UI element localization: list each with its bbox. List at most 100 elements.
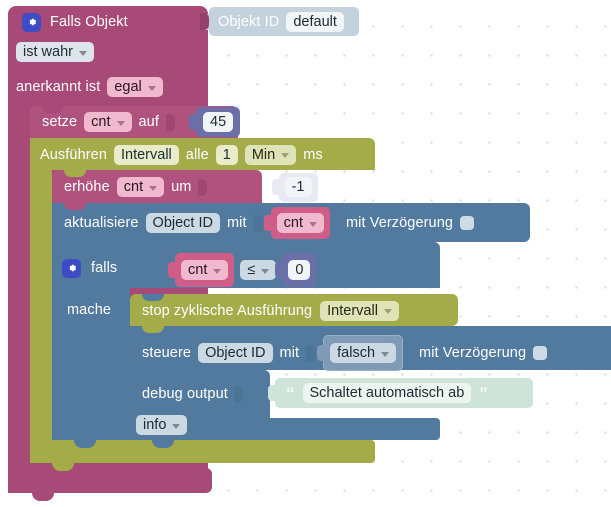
blockly-workspace[interactable]: Falls Objekt Objekt ID default ist wahr …	[0, 0, 611, 507]
quote-close-icon: ”	[479, 383, 488, 403]
control-with-label: mit	[279, 345, 300, 361]
quote-open-icon: “	[286, 383, 295, 403]
control-object-id-field[interactable]: Object ID	[198, 343, 273, 363]
if-do-label: mache	[67, 301, 111, 319]
interval-unit-dropdown[interactable]: Min	[244, 144, 297, 165]
object-id-value-field[interactable]: default	[286, 11, 344, 32]
update-value-variable-name: cnt	[283, 215, 303, 231]
comparison-right-field[interactable]: 0	[288, 260, 311, 280]
set-value-socket	[165, 113, 175, 131]
block-boolean-falsch[interactable]: falsch	[317, 335, 404, 371]
trigger-header[interactable]: Falls Objekt	[22, 10, 128, 34]
increase-variable-dropdown[interactable]: cnt	[116, 177, 165, 197]
if-notch	[64, 242, 86, 249]
debug-severity-value: info	[143, 417, 167, 433]
control-delay-label: mit Verzögerung	[419, 345, 527, 361]
update-with-label: mit	[226, 215, 247, 231]
if-keyword: falls	[91, 260, 118, 276]
block-variable-cnt-compare[interactable]: cnt	[168, 253, 235, 287]
chevron-down-icon	[261, 268, 270, 274]
debug-keyword: debug output	[142, 386, 228, 402]
comparison-operator-dropdown[interactable]: ≤	[240, 260, 277, 280]
trigger-title: Falls Objekt	[50, 14, 128, 30]
update-keyword: aktualisiere	[64, 215, 139, 231]
trigger-condition-row[interactable]: ist wahr	[16, 42, 94, 62]
update-object-id-field[interactable]: Object ID	[145, 213, 220, 233]
block-variable-cnt-update[interactable]: cnt	[263, 207, 330, 239]
control-value-socket	[306, 344, 316, 362]
increase-row[interactable]: erhöhe cnt um	[64, 175, 208, 199]
ack-dropdown-value: egal	[114, 79, 142, 95]
chevron-down-icon	[147, 85, 156, 91]
debug-severity-dropdown[interactable]: info	[136, 415, 188, 435]
number-minus1-field[interactable]: -1	[284, 177, 312, 197]
increase-value-socket	[198, 178, 208, 196]
update-delay-label: mit Verzögerung	[345, 215, 454, 231]
variable-cnt-compare-plug	[168, 262, 176, 278]
chevron-down-icon	[116, 120, 125, 126]
control-notch	[142, 326, 164, 333]
set-keyword: setze	[42, 114, 78, 130]
control-keyword: steuere	[142, 345, 192, 361]
ack-dropdown[interactable]: egal	[107, 77, 163, 97]
increase-keyword: erhöhe	[64, 179, 110, 195]
stop-interval-target-dropdown[interactable]: Intervall	[320, 300, 399, 321]
gear-icon[interactable]	[62, 258, 81, 278]
block-comparison[interactable]: cnt ≤ 0	[168, 253, 317, 287]
number-45-plug	[189, 114, 197, 130]
debug-row[interactable]: debug output	[142, 383, 244, 405]
chevron-down-icon	[281, 153, 290, 158]
chevron-down-icon	[213, 268, 222, 274]
update-delay-checkbox[interactable]	[460, 216, 475, 230]
control-value-text: falsch	[337, 345, 376, 361]
object-id-socket	[200, 13, 209, 30]
interval-name-field[interactable]: Intervall	[114, 144, 179, 165]
control-delay-checkbox[interactable]	[533, 346, 548, 360]
block-number-minus1[interactable]: -1	[271, 172, 318, 202]
debug-severity-row[interactable]: info	[136, 415, 188, 435]
number-minus1-plug	[271, 179, 280, 195]
string-literal-field[interactable]: Schaltet automatisch ab	[302, 383, 472, 403]
comparison-operator-value: ≤	[247, 262, 256, 278]
number-45-field[interactable]: 45	[203, 112, 234, 132]
block-number-45[interactable]: 45	[189, 107, 241, 137]
block-object-id-default[interactable]: Objekt ID default	[202, 7, 359, 36]
boolean-falsch-plug	[317, 345, 326, 361]
control-value-dropdown[interactable]: falsch	[330, 343, 397, 363]
update-row[interactable]: aktualisiere Object ID mit cnt mit Verzö…	[64, 207, 475, 239]
block-trigger-bottom-arm[interactable]	[8, 468, 212, 493]
interval-unit-suffix: ms	[303, 146, 323, 163]
block-interval-left-rail	[30, 138, 52, 463]
debug-text-socket	[233, 385, 243, 403]
object-id-label: Objekt ID	[218, 13, 280, 30]
ack-label: anerkannt ist	[16, 79, 101, 95]
stop-interval-target-value: Intervall	[327, 302, 378, 319]
control-row[interactable]: steuere Object ID mit falsch mit Verzöge…	[142, 335, 548, 371]
trigger-ack-row[interactable]: anerkannt ist egal	[16, 77, 163, 97]
condition-dropdown-value: ist wahr	[23, 44, 73, 60]
string-literal-plug	[268, 385, 276, 401]
if-header-row[interactable]: falls	[62, 255, 117, 281]
update-value-variable-dropdown[interactable]: cnt	[276, 213, 324, 233]
comparison-left-dropdown[interactable]: cnt	[181, 260, 229, 280]
increase-variable-name: cnt	[123, 179, 144, 195]
interval-row[interactable]: Ausführen Intervall alle 1 Min ms	[40, 143, 323, 166]
update-value-socket	[253, 214, 263, 232]
block-number-0[interactable]: 0	[275, 253, 317, 287]
block-trigger-bottom-tab	[32, 493, 54, 501]
chevron-down-icon	[381, 351, 390, 357]
gear-icon[interactable]	[22, 12, 41, 32]
chevron-down-icon	[383, 309, 392, 314]
condition-dropdown[interactable]: ist wahr	[16, 42, 94, 62]
block-string-literal[interactable]: “ Schaltet automatisch ab ”	[268, 378, 533, 408]
increase-preposition: um	[171, 179, 192, 195]
interval-unit-value: Min	[251, 146, 276, 163]
number-0-plug	[275, 262, 284, 278]
set-variable-name: cnt	[91, 114, 111, 130]
interval-amount-field[interactable]: 1	[215, 144, 238, 165]
chevron-down-icon	[172, 423, 181, 429]
set-variable-dropdown[interactable]: cnt	[84, 112, 132, 132]
chevron-down-icon	[308, 221, 317, 227]
stop-interval-row[interactable]: stop zyklische Ausführung Intervall	[142, 299, 399, 322]
set-variable-row[interactable]: setze cnt auf	[42, 110, 176, 134]
